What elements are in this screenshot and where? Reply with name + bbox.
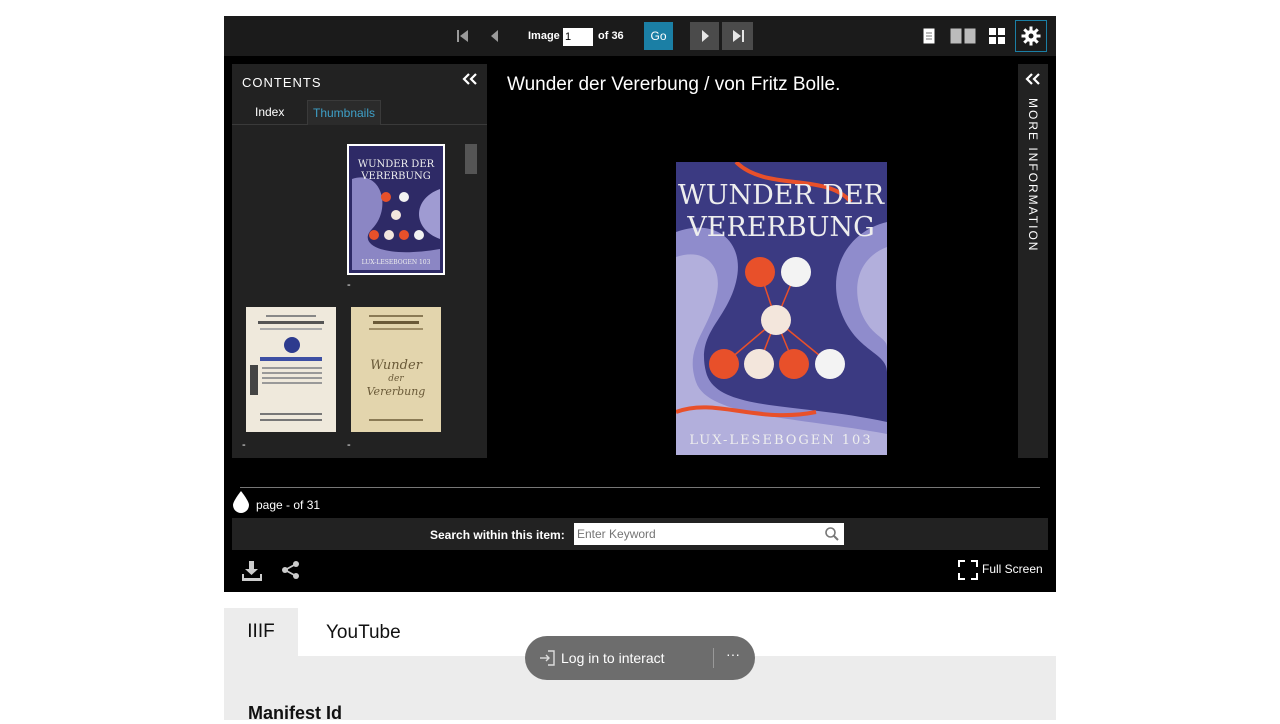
thumbnail-caption: - — [347, 439, 351, 451]
page-slider-handle[interactable] — [232, 490, 250, 519]
download-icon — [242, 561, 262, 581]
search-input[interactable] — [574, 523, 844, 545]
login-prompt[interactable]: Log in to interact ··· — [525, 636, 755, 680]
share-icon — [282, 561, 299, 579]
image-label: Image — [528, 30, 560, 42]
next-page-button[interactable] — [690, 22, 719, 50]
page-image[interactable]: WUNDER DER VERERBUNG LUX-LESEBOGEN 103 — [675, 160, 887, 455]
thumbnail-caption: - — [347, 279, 351, 291]
search-label: Search within this item: — [430, 528, 565, 542]
settings-button[interactable] — [1015, 20, 1047, 52]
image-number-input[interactable] — [563, 28, 593, 46]
tab-youtube-label: YouTube — [326, 622, 401, 643]
single-page-view-button[interactable] — [921, 27, 937, 45]
page-2-thumbnail-image — [246, 307, 336, 432]
share-button[interactable] — [281, 560, 301, 585]
image-count-label: of 36 — [598, 30, 624, 42]
svg-text:der: der — [388, 374, 404, 384]
fullscreen-button[interactable] — [958, 560, 978, 585]
slider-handle-icon — [233, 491, 249, 513]
fullscreen-icon — [958, 560, 978, 580]
contents-title: CONTENTS — [242, 75, 322, 90]
login-divider — [713, 648, 714, 668]
thumbnail-page-3[interactable]: Wunder der Vererbung — [351, 307, 441, 432]
book-cover-image: WUNDER DER VERERBUNG LUX-LESEBOGEN 103 — [675, 160, 887, 455]
cover-series: LUX-LESEBOGEN 103 — [689, 433, 872, 448]
single-page-icon — [923, 28, 935, 44]
cover-title-line-2: VERERBUNG — [686, 212, 874, 243]
search-button[interactable] — [825, 527, 839, 546]
previous-page-button[interactable] — [487, 27, 503, 45]
last-page-button[interactable] — [722, 22, 753, 50]
tab-iiif[interactable]: IIIF — [224, 608, 298, 656]
search-icon — [825, 527, 839, 541]
double-chevron-left-icon — [462, 73, 477, 85]
previous-icon — [491, 30, 498, 42]
viewer-toolbar: Image of 36 Go — [224, 16, 1056, 56]
tab-thumbnails[interactable]: Thumbnails — [307, 100, 381, 125]
thumbnail-cover[interactable]: WUNDER DER VERERBUNG LUX-LESEBOGEN 103 — [347, 144, 445, 275]
svg-text:Wunder: Wunder — [370, 358, 423, 373]
svg-text:WUNDER DER: WUNDER DER — [358, 159, 435, 170]
gear-icon — [1021, 26, 1041, 46]
first-page-button[interactable] — [455, 27, 471, 45]
thumbnail-caption: - — [242, 439, 246, 451]
download-button[interactable] — [241, 560, 263, 587]
viewer-footer: Full Screen — [224, 550, 1056, 592]
double-chevron-left-icon — [1025, 73, 1040, 85]
item-title: Wunder der Vererbung / von Fritz Bolle. — [507, 74, 841, 95]
cover-title-line-1: WUNDER DER — [678, 180, 885, 211]
login-label[interactable]: Log in to interact — [561, 650, 665, 666]
collapse-contents-button[interactable] — [461, 72, 479, 91]
page-indicator: page - of 31 — [256, 498, 321, 512]
thumbnails-scrollbar[interactable] — [465, 144, 477, 174]
contents-panel: CONTENTS Index Thumbnails WUNDER DER VER… — [232, 64, 487, 458]
more-information-label: MORE INFORMATION — [1026, 98, 1040, 253]
more-options-button[interactable]: ··· — [726, 646, 740, 662]
login-icon — [540, 650, 555, 666]
book-view-button[interactable] — [948, 27, 978, 45]
svg-text:VERERBUNG: VERERBUNG — [360, 171, 430, 182]
cover-thumbnail-image: WUNDER DER VERERBUNG LUX-LESEBOGEN 103 — [352, 149, 440, 270]
svg-text:LUX-LESEBOGEN 103: LUX-LESEBOGEN 103 — [362, 259, 431, 266]
next-icon — [701, 30, 709, 42]
svg-text:Vererbung: Vererbung — [367, 385, 426, 398]
gallery-view-button[interactable] — [987, 26, 1007, 46]
expand-more-info-button[interactable] — [1024, 72, 1042, 91]
page-3-thumbnail-image: Wunder der Vererbung — [351, 307, 441, 432]
mirador-viewer: Image of 36 Go — [224, 16, 1056, 592]
fullscreen-label[interactable]: Full Screen — [982, 562, 1043, 576]
book-view-icon — [950, 28, 976, 44]
last-page-icon — [732, 30, 744, 42]
manifest-id-heading: Manifest Id — [248, 703, 343, 723]
go-button[interactable]: Go — [644, 22, 673, 50]
more-information-panel[interactable]: MORE INFORMATION — [1018, 64, 1048, 458]
search-bar: Search within this item: — [232, 518, 1048, 550]
grid-icon — [989, 28, 1005, 44]
thumbnail-page-2[interactable] — [246, 307, 336, 432]
tab-index[interactable]: Index — [255, 105, 284, 119]
page-slider-track[interactable] — [240, 487, 1040, 488]
first-page-icon — [457, 30, 468, 42]
